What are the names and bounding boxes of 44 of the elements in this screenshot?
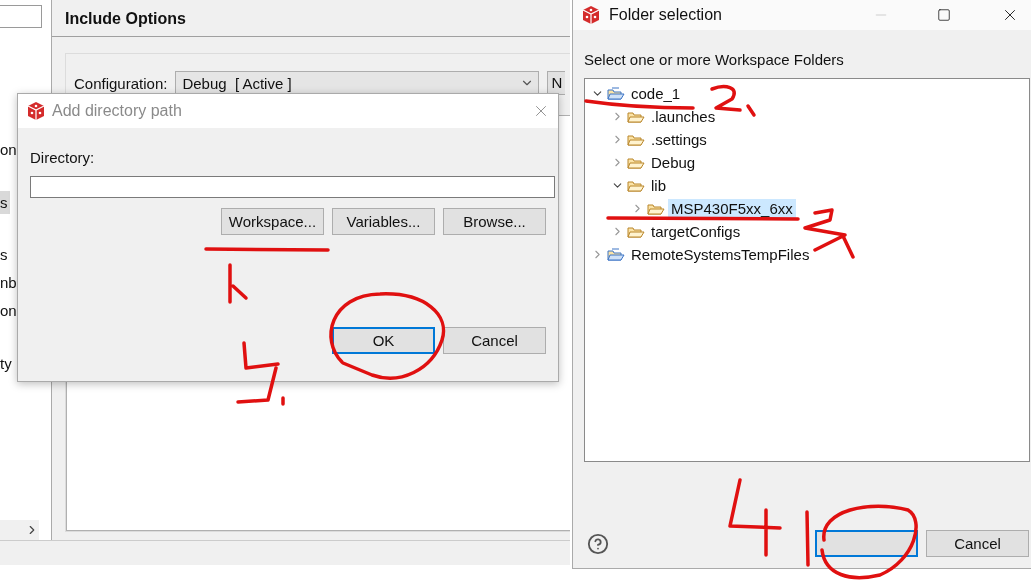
configuration-label: Configuration: [74,74,168,92]
help-icon[interactable] [587,532,609,555]
tree-item[interactable]: targetConfigs [648,222,744,241]
dialog-title: Add directory path [52,102,183,120]
tree-item[interactable]: .settings [648,130,710,149]
scroll-right-icon[interactable] [0,520,39,540]
sidebar-item[interactable]: nb [0,271,19,294]
sidebar-item[interactable]: on [0,138,19,161]
tree-item[interactable]: Debug [648,153,699,172]
sidebar-item[interactable]: s [0,243,10,266]
folder-icon [627,109,645,124]
folder-icon [627,132,645,147]
directory-field[interactable] [30,176,555,198]
configuration-dropdown[interactable]: Debug [ Active ] [175,71,540,95]
default-button[interactable]: OK [332,327,435,354]
handwritten-number-drawing [226,262,250,307]
sidebar-item[interactable]: ty [0,352,14,375]
app-icon [26,101,46,121]
sidebar-item[interactable]: s [0,191,10,214]
folder-icon [607,247,625,262]
tree-item[interactable]: lib [648,176,669,195]
tree-item[interactable]: .launches [648,107,719,126]
tree-item[interactable]: code_1 [628,84,684,103]
directory-label: Directory: [30,149,96,166]
dialog-button[interactable]: Browse... [443,208,546,235]
text-field[interactable] [0,5,42,28]
dialog-title: Folder selection [609,6,723,24]
dialog-button[interactable]: Cancel [926,530,1029,557]
tree-item[interactable]: RemoteSystemsTempFiles [628,245,813,264]
folder-icon [647,201,665,216]
folder-icon [627,178,645,193]
default-button[interactable] [815,530,918,557]
dialog-button[interactable]: Workspace... [221,208,324,235]
sidebar-item[interactable]: on [0,299,19,322]
dialog-button[interactable]: Variables... [332,208,435,235]
cut-button[interactable]: N [547,71,566,95]
page-title: Include Options [52,0,570,37]
maximize-icon[interactable] [937,8,951,22]
dialog-button[interactable]: Cancel [443,327,546,354]
folder-icon [607,86,625,101]
folder-icon [627,224,645,239]
folder-icon [627,155,645,170]
prompt-text: Select one or more Workspace Folders [583,50,845,70]
app-icon [581,5,601,25]
